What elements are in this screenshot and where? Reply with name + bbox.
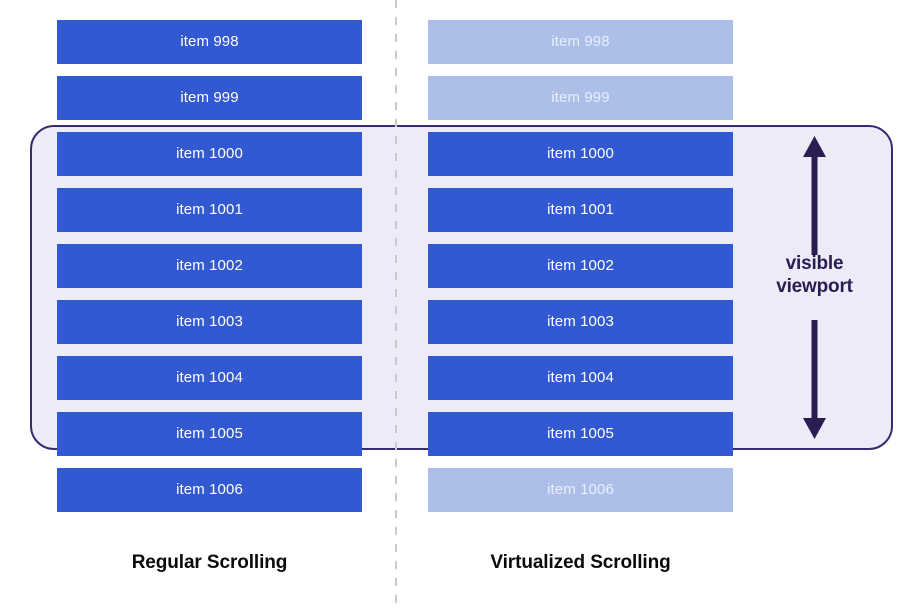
virtualized-list-item[interactable]: item 1004: [428, 356, 733, 400]
virtualized-list-item[interactable]: item 1001: [428, 188, 733, 232]
virtualized-list-item[interactable]: item 1003: [428, 300, 733, 344]
virtualized-list-item[interactable]: item 1005: [428, 412, 733, 456]
regular-list-item[interactable]: item 1006: [57, 468, 362, 512]
visible-viewport-annotation: visible viewport: [762, 130, 867, 445]
regular-list-item[interactable]: item 1002: [57, 244, 362, 288]
regular-list-item[interactable]: item 1003: [57, 300, 362, 344]
virtualized-list-item[interactable]: item 999: [428, 76, 733, 120]
visible-viewport-label: visible viewport: [762, 252, 867, 298]
caption-regular-scrolling: Regular Scrolling: [131, 552, 288, 573]
regular-list-item[interactable]: item 999: [57, 76, 362, 120]
virtualized-list-item[interactable]: item 998: [428, 20, 733, 64]
regular-list-item[interactable]: item 1004: [57, 356, 362, 400]
visible-viewport-label-line1: visible: [785, 253, 844, 274]
caption-virtualized-scrolling: Virtualized Scrolling: [490, 552, 671, 573]
regular-list-item[interactable]: item 1001: [57, 188, 362, 232]
regular-scrolling-column: item 998 item 999 item 1000 item 1001 item 1…: [57, 0, 362, 609]
regular-list-item[interactable]: item 998: [57, 20, 362, 64]
virtualized-list-item[interactable]: item 1002: [428, 244, 733, 288]
regular-list-item[interactable]: item 1005: [57, 412, 362, 456]
virtualized-scrolling-column: item 998 item 999 item 1000 item 1001 item 1…: [428, 0, 733, 609]
column-divider: [395, 0, 397, 609]
regular-list-item[interactable]: item 1000: [57, 132, 362, 176]
virtualized-list-item[interactable]: item 1000: [428, 132, 733, 176]
diagram-canvas: item 998 item 999 item 1000 item 1001 item 1…: [0, 0, 917, 609]
virtualized-list-item[interactable]: item 1006: [428, 468, 733, 512]
visible-viewport-label-line2: viewport: [776, 276, 853, 297]
